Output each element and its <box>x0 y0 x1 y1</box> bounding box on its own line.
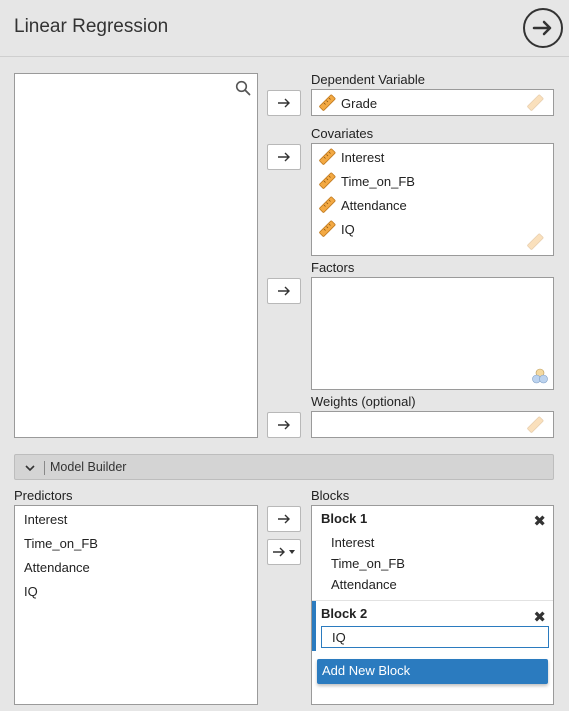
caret-down-icon <box>289 550 295 554</box>
nominal-icon <box>532 368 548 384</box>
move-to-weights-button[interactable] <box>267 412 301 438</box>
list-item[interactable]: Interest <box>24 512 67 527</box>
scale-ruler-icon <box>527 94 544 111</box>
move-to-factors-button[interactable] <box>267 278 301 304</box>
dependent-variable-field[interactable]: Grade <box>311 89 554 116</box>
covariate-label: IQ <box>341 221 355 237</box>
header-divider <box>0 56 569 57</box>
arrow-right-icon <box>278 286 290 296</box>
selected-block-indicator <box>312 601 316 651</box>
add-new-block-button[interactable]: Add New Block <box>317 659 548 684</box>
list-item[interactable]: Time_on_FB <box>331 556 405 571</box>
list-item[interactable]: Interest <box>331 535 374 550</box>
weights-label: Weights (optional) <box>311 394 416 409</box>
close-icon: ✖ <box>533 513 546 530</box>
list-item[interactable]: IQ <box>318 219 355 239</box>
move-to-covariates-button[interactable] <box>267 144 301 170</box>
remove-block-1-button[interactable]: ✖ <box>533 512 546 530</box>
arrow-right-icon <box>278 420 290 430</box>
available-variables-list[interactable] <box>14 73 258 438</box>
model-builder-section-toggle[interactable]: Model Builder <box>14 454 554 480</box>
list-item[interactable]: IQ <box>24 584 38 599</box>
weights-field[interactable] <box>311 411 554 438</box>
factors-list[interactable] <box>311 277 554 390</box>
list-item[interactable]: Attendance <box>331 577 397 592</box>
list-item[interactable]: Time_on_FB <box>318 171 415 191</box>
page-title: Linear Regression <box>14 16 169 37</box>
list-item[interactable]: Grade <box>318 93 377 113</box>
block-divider <box>312 600 553 601</box>
arrow-right-icon <box>278 514 290 524</box>
chevron-down-icon <box>25 465 35 472</box>
scale-ruler-icon <box>527 416 544 433</box>
dependent-variable-value: Grade <box>341 95 378 111</box>
search-icon[interactable] <box>235 80 251 96</box>
covariate-label: Interest <box>341 149 385 165</box>
covariate-label: Attendance <box>341 197 407 213</box>
scale-ruler-icon <box>527 233 544 250</box>
remove-block-2-button[interactable]: ✖ <box>533 608 546 626</box>
scale-ruler-icon <box>319 196 336 213</box>
scale-ruler-icon <box>319 172 336 189</box>
covariates-list[interactable]: Interest Time_on_FB Attendance IQ <box>311 143 554 256</box>
list-item[interactable]: Attendance <box>318 195 407 215</box>
arrow-circle-right-icon <box>532 20 552 36</box>
model-builder-label: Model Builder <box>50 460 127 474</box>
blocks-label: Blocks <box>311 488 350 503</box>
list-item[interactable]: Attendance <box>24 560 90 575</box>
list-item[interactable]: Interest <box>318 147 384 167</box>
block-2-input[interactable]: IQ <box>321 626 549 648</box>
scale-ruler-icon <box>319 94 336 111</box>
arrow-right-icon <box>278 152 290 162</box>
scale-ruler-icon <box>319 220 336 237</box>
covariate-label: Time_on_FB <box>341 173 415 189</box>
add-interaction-dropdown-button[interactable] <box>267 539 301 565</box>
block-1-title: Block 1 <box>321 511 368 526</box>
predictors-list[interactable]: Interest Time_on_FB Attendance IQ <box>14 505 258 705</box>
divider <box>44 461 45 475</box>
arrow-right-icon <box>273 547 285 557</box>
scale-ruler-icon <box>319 148 336 165</box>
block-2-title: Block 2 <box>321 606 368 621</box>
dependent-variable-label: Dependent Variable <box>311 72 425 87</box>
close-icon: ✖ <box>533 609 546 626</box>
move-to-dependent-button[interactable] <box>267 90 301 116</box>
factors-label: Factors <box>311 260 355 275</box>
run-analysis-button[interactable] <box>523 8 563 48</box>
arrow-right-icon <box>278 98 290 108</box>
add-to-block-button[interactable] <box>267 506 301 532</box>
list-item[interactable]: Time_on_FB <box>24 536 98 551</box>
predictors-label: Predictors <box>14 488 73 503</box>
covariates-label: Covariates <box>311 126 374 141</box>
